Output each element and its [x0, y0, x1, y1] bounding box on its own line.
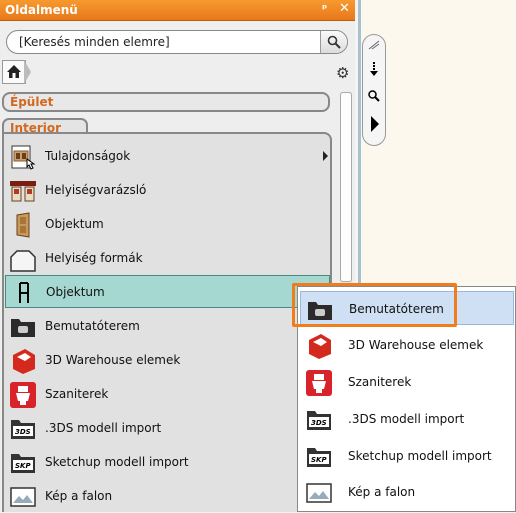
list-item-label: Bemutatóterem — [45, 319, 140, 333]
list-item-tulajdonsagok[interactable]: Tulajdonságok — [5, 140, 330, 173]
list-item-label: .3DS modell import — [45, 421, 162, 435]
list-item-szaniterek[interactable]: Szaniterek — [5, 378, 330, 411]
canvas-toolbar — [362, 34, 386, 146]
toilet-icon — [10, 382, 36, 408]
list-item-helyisegvarazslo[interactable]: Helyiségvarázsló — [5, 174, 330, 207]
skp-import-icon: SKP — [11, 454, 35, 473]
search-icon — [327, 35, 341, 49]
home-button[interactable] — [2, 60, 26, 84]
submenu-item-label: Kép a falon — [348, 485, 416, 499]
play-arrow-icon[interactable] — [366, 115, 382, 132]
category-epulet-label: Épület — [10, 95, 54, 109]
breadcrumb-arrow-icon — [24, 60, 31, 84]
submenu-item-label: Sketchup modell import — [348, 449, 492, 463]
close-icon[interactable]: ✕ — [339, 1, 350, 16]
chair-icon — [19, 282, 29, 303]
list-item-label: Helyiségvarázsló — [45, 183, 147, 197]
submenu-item-label: .3DS modell import — [348, 412, 465, 426]
room-shape-icon — [10, 250, 36, 272]
list-item-3ds-import[interactable]: 3DS .3DS modell import — [5, 412, 330, 445]
svg-text:3DS: 3DS — [311, 419, 327, 427]
home-icon — [7, 65, 21, 78]
room-wizard-icon — [10, 181, 36, 202]
search-input[interactable]: [Keresés minden elemre] — [19, 35, 170, 49]
list-item-objektum-door[interactable]: Objektum — [5, 208, 330, 241]
svg-text:SKP: SKP — [311, 456, 327, 464]
list-item-objektum-selected[interactable]: Objektum — [5, 275, 330, 308]
submenu-arrow-icon — [323, 151, 328, 161]
search-button[interactable] — [320, 31, 347, 53]
skp-import-icon: SKP — [307, 448, 331, 467]
panel-title-bar: Oldalmenü ᵖ ✕ — [0, 0, 355, 21]
submenu-item-label: 3D Warehouse elemek — [348, 338, 484, 352]
warehouse-icon — [309, 334, 331, 359]
list-item-bemutatoterem[interactable]: Bemutatóterem — [5, 310, 330, 343]
list-item-label: Sketchup modell import — [45, 455, 189, 469]
3ds-import-icon: 3DS — [11, 420, 35, 439]
toilet-icon — [306, 370, 332, 396]
list-item-helyiseg-formak[interactable]: Helyiség formák — [5, 242, 330, 275]
zoom-icon[interactable] — [366, 89, 382, 105]
list-item-label: Objektum — [46, 285, 105, 299]
list-item-label: Objektum — [45, 217, 104, 231]
breadcrumb: ⚙ — [0, 60, 355, 84]
svg-text:3DS: 3DS — [15, 428, 31, 436]
list-item-label: Szaniterek — [45, 387, 109, 401]
3ds-import-icon: 3DS — [307, 411, 331, 430]
list-item-sketchup-import[interactable]: SKP Sketchup modell import — [5, 446, 330, 479]
door-object-icon — [16, 212, 30, 238]
list-item-label: Kép a falon — [45, 489, 113, 503]
list-item-label: Tulajdonságok — [45, 149, 131, 163]
submenu-item-label: Szaniterek — [348, 375, 412, 389]
scroll-grip-icon[interactable] — [366, 39, 382, 55]
list-item-label: 3D Warehouse elemek — [45, 353, 181, 367]
highlight-frame — [292, 283, 457, 327]
picture-on-wall-icon — [306, 483, 332, 503]
list-item-3d-warehouse[interactable]: 3D Warehouse elemek — [5, 344, 330, 377]
pin-icon[interactable]: ᵖ — [322, 2, 327, 15]
submenu-item-sketchup-import[interactable]: SKP Sketchup modell import — [300, 439, 514, 473]
submenu-item-3d-warehouse[interactable]: 3D Warehouse elemek — [300, 328, 514, 362]
submenu-item-szaniterek[interactable]: Szaniterek — [300, 365, 514, 399]
showroom-folder-icon — [11, 319, 35, 337]
list-item-kep-a-falon[interactable]: Kép a falon — [5, 480, 330, 513]
category-epulet[interactable]: Épület — [2, 92, 330, 112]
search-field[interactable]: [Keresés minden elemre] — [6, 30, 348, 54]
submenu-item-kep-a-falon[interactable]: Kép a falon — [300, 475, 514, 509]
panel-title: Oldalmenü — [5, 3, 78, 17]
picture-on-wall-icon — [10, 487, 36, 507]
properties-icon — [11, 145, 36, 170]
list-item-label: Helyiség formák — [45, 251, 143, 265]
gear-icon[interactable]: ⚙ — [336, 64, 349, 82]
scrollbar-thumb[interactable] — [340, 92, 352, 282]
warehouse-icon — [13, 349, 35, 374]
submenu-item-3ds-import[interactable]: 3DS .3DS modell import — [300, 402, 514, 436]
svg-text:SKP: SKP — [15, 462, 31, 470]
arrow-down-icon[interactable] — [366, 61, 382, 77]
